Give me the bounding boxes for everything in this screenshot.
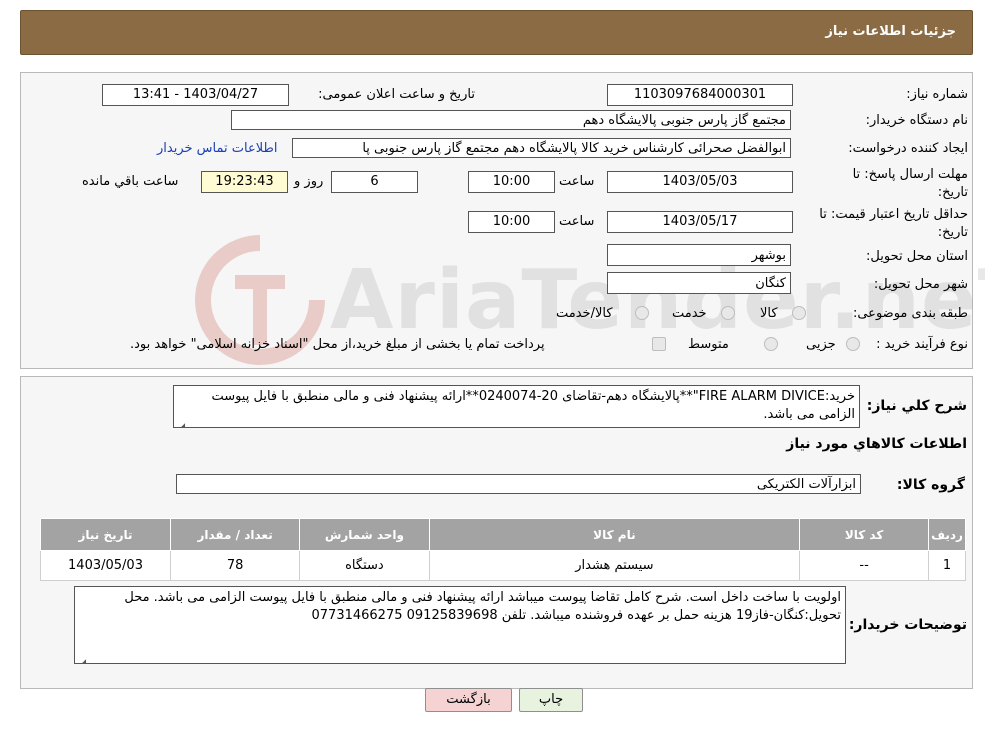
summary-textarea[interactable]: خرید:FIRE ALARM DIVICE"**پالایشگاه دهم-ت… bbox=[173, 385, 860, 428]
resize-handle-icon[interactable]: ◢ bbox=[78, 654, 86, 663]
purchase-option-minor: جزیی bbox=[806, 337, 836, 352]
category-radio-service[interactable] bbox=[721, 306, 735, 320]
buyer-contact-link[interactable]: اطلاعات تماس خریدار bbox=[157, 141, 277, 156]
remaining-time-field: 19:23:43 bbox=[201, 171, 288, 193]
summary-text: خرید:FIRE ALARM DIVICE"**پالایشگاه دهم-ت… bbox=[211, 389, 855, 422]
request-creator-field: ابوالفضل صحرائی کارشناس خرید کالا پالایش… bbox=[292, 138, 791, 158]
category-radio-goods-service[interactable] bbox=[635, 306, 649, 320]
summary-label: شرح کلي نياز: bbox=[866, 398, 967, 414]
items-section-title: اطلاعات کالاهاي مورد نياز bbox=[786, 436, 967, 452]
category-label: طبقه بندی موضوعی: bbox=[852, 306, 968, 321]
buyer-org-field: مجتمع گاز پارس جنوبی پالایشگاه دهم bbox=[231, 110, 791, 130]
days-remaining-field: 6 bbox=[331, 171, 418, 193]
category-option-goods: کالا bbox=[760, 306, 778, 321]
col-name-header: نام کالا bbox=[428, 518, 801, 551]
treasury-checkbox[interactable] bbox=[652, 337, 666, 351]
treasury-note: پرداخت تمام یا بخشی از مبلغ خرید،از محل … bbox=[130, 337, 545, 352]
col-row-header: ردیف bbox=[928, 518, 966, 551]
buyer-notes-text: اولویت با ساخت داخل است. شرح کامل تقاضا … bbox=[124, 590, 841, 623]
reply-date-field: 1403/05/03 bbox=[607, 171, 793, 193]
page-title: جزئیات اطلاعات نیاز bbox=[825, 24, 956, 39]
price-validity-time-label: ساعت bbox=[559, 214, 595, 229]
buyer-org-label: نام دستگاه خریدار: bbox=[865, 113, 968, 128]
announce-datetime-field: 1403/04/27 - 13:41 bbox=[102, 84, 289, 106]
reply-deadline-label-date: تاریخ: bbox=[937, 185, 968, 200]
resize-handle-icon[interactable]: ◢ bbox=[177, 418, 185, 427]
reply-deadline-label: مهلت ارسال پاسخ: تا bbox=[852, 167, 968, 182]
province-field: بوشهر bbox=[607, 244, 791, 266]
need-number-label: شماره نیاز: bbox=[906, 87, 968, 102]
items-table-header: ردیف کد کالا نام کالا واحد شمارش تعداد /… bbox=[39, 518, 966, 551]
purchase-radio-medium[interactable] bbox=[764, 337, 778, 351]
col-unit-header: واحد شمارش bbox=[299, 518, 430, 551]
col-quantity-header: تعداد / مقدار bbox=[170, 518, 301, 551]
col-code-header: کد کالا bbox=[799, 518, 930, 551]
city-label: شهر محل تحویل: bbox=[873, 277, 968, 292]
goods-group-field: ابزارآلات الکتریکی bbox=[176, 474, 861, 494]
request-creator-label: ایجاد کننده درخواست: bbox=[848, 141, 968, 156]
province-label: استان محل تحویل: bbox=[866, 249, 968, 264]
cell-row-number: 1 bbox=[928, 550, 966, 581]
category-option-service: خدمت bbox=[672, 306, 707, 321]
purchase-radio-minor[interactable] bbox=[846, 337, 860, 351]
category-option-goods-service: کالا/خدمت bbox=[556, 306, 613, 321]
reply-time-field: 10:00 bbox=[468, 171, 555, 193]
purchase-option-medium: متوسط bbox=[688, 337, 729, 352]
cell-unit: دستگاه bbox=[299, 550, 430, 581]
reply-time-label: ساعت bbox=[559, 174, 595, 189]
cell-quantity: 78 bbox=[170, 550, 301, 581]
goods-group-label: گروه کالا: bbox=[896, 477, 965, 493]
cell-need-date: 1403/05/03 bbox=[39, 550, 172, 581]
page-header: جزئیات اطلاعات نیاز bbox=[20, 10, 973, 55]
purchase-type-label: نوع فرآیند خرید : bbox=[876, 337, 968, 352]
cell-item-code: -- bbox=[799, 550, 930, 581]
cell-item-name: سیستم هشدار bbox=[428, 550, 801, 581]
price-validity-time-field: 10:00 bbox=[468, 211, 555, 233]
buyer-notes-label: توضیحات خریدار: bbox=[848, 617, 967, 633]
need-number-field: 1103097684000301 bbox=[607, 84, 793, 106]
table-row: 1 -- سیستم هشدار دستگاه 78 1403/05/03 bbox=[39, 550, 966, 581]
price-validity-label-date: تاریخ: bbox=[937, 225, 968, 240]
price-validity-label: حداقل تاریخ اعتبار قیمت: تا bbox=[819, 207, 968, 222]
col-date-header: تاریخ نیاز bbox=[39, 518, 172, 551]
remaining-time-label: ساعت باقي مانده bbox=[82, 174, 179, 189]
days-label: روز و bbox=[294, 174, 324, 189]
price-validity-date-field: 1403/05/17 bbox=[607, 211, 793, 233]
buyer-notes-textarea[interactable]: اولویت با ساخت داخل است. شرح کامل تقاضا … bbox=[74, 586, 846, 664]
announce-datetime-label: تاریخ و ساعت اعلان عمومی: bbox=[318, 87, 475, 102]
city-field: کنگان bbox=[607, 272, 791, 294]
back-button[interactable]: بازگشت bbox=[425, 688, 512, 712]
items-table: ردیف کد کالا نام کالا واحد شمارش تعداد /… bbox=[39, 518, 966, 581]
category-radio-goods[interactable] bbox=[792, 306, 806, 320]
print-button[interactable]: چاپ bbox=[519, 688, 583, 712]
